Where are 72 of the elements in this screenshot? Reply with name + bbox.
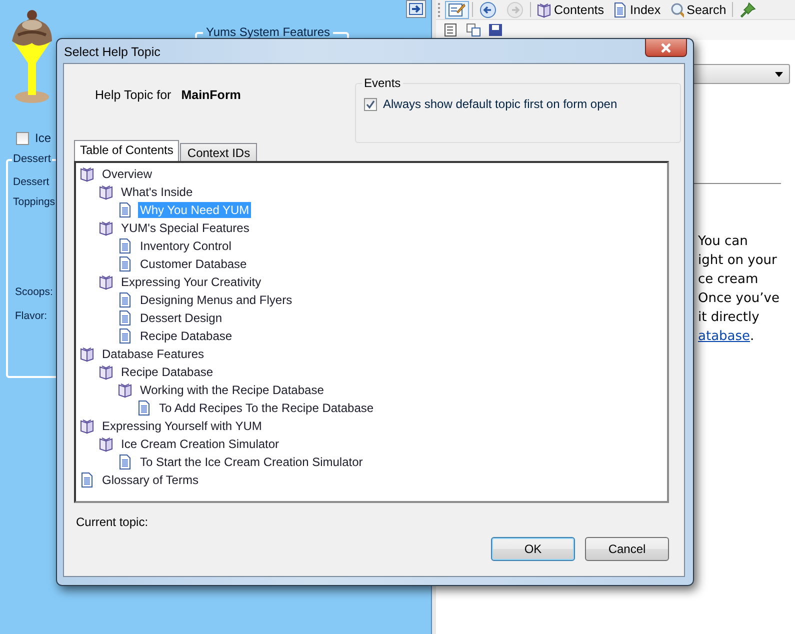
tree-item[interactable]: Designing Menus and Flyers [138,292,294,308]
tree-item[interactable]: To Start the Ice Cream Creation Simulator [138,454,365,470]
book-icon [99,274,113,290]
field-label: Flavor: [15,310,48,322]
close-button[interactable] [645,39,687,57]
tree-item[interactable]: To Add Recipes To the Recipe Database [157,400,376,416]
close-icon [660,42,672,52]
group-title: Events [362,76,403,90]
book-icon [99,184,113,200]
tree-item[interactable]: Ice Cream Creation Simulator [119,436,282,452]
page-icon [137,400,151,416]
help-text-line: . [750,329,754,344]
field-label: Scoops: [15,286,53,298]
page-icon [613,2,628,18]
tree-item[interactable]: Recipe Database [138,328,234,344]
save-icon[interactable] [488,23,504,37]
window-title: Select Help Topic [64,45,160,59]
page-icon [118,310,132,326]
toolbar-button[interactable]: Index [610,0,664,18]
cancel-button[interactable]: Cancel [585,537,669,561]
book-icon [99,364,113,380]
help-text-line: Once you’ve [698,290,780,308]
page-icon [118,454,132,470]
book-icon [118,382,132,398]
page-icon [118,256,132,272]
checkbox[interactable] [16,132,29,144]
help-topic-label: Help Topic for [95,88,172,102]
group-title: Yums System Features [203,25,334,39]
ok-button[interactable]: OK [491,537,575,561]
tree-item[interactable]: What's Inside [119,184,195,200]
tab[interactable]: Context IDs [180,143,258,161]
tree-item[interactable]: Database Features [100,346,206,362]
current-topic-label: Current topic: [76,515,150,529]
book-icon [80,346,94,362]
book-icon [80,166,94,182]
tree-item[interactable]: Expressing Yourself with YUM [100,418,264,434]
help-text-line: ce cream [698,271,760,289]
caret-icon [775,72,783,76]
field-label: Toppings [13,196,56,208]
field-label: Dessert [13,176,50,188]
book-icon [80,418,94,434]
checkbox[interactable] [364,98,377,110]
link[interactable]: atabase [698,329,750,344]
group-title: Dessert [12,153,52,165]
arrow-button[interactable] [406,0,426,18]
tree-item[interactable]: Customer Database [138,256,249,272]
checkbox-label: Always show default topic first on form open [383,97,618,111]
page-icon [118,238,132,254]
help-text-line: You can [698,233,749,251]
page-icon [118,292,132,308]
book-icon [99,436,113,452]
page-icon [118,202,132,218]
tree-item[interactable]: Expressing Your Creativity [119,274,264,290]
tree-item[interactable]: Dessert Design [138,310,224,326]
page-icon [80,472,94,488]
tree-item[interactable]: Overview [100,166,154,182]
toolbar-button[interactable]: Contents [534,0,608,18]
tree-item[interactable]: Glossary of Terms [100,472,200,488]
checkbox-label: Ice [35,131,52,145]
tree-item[interactable]: Inventory Control [138,238,234,254]
tab[interactable]: Table of Contents [74,140,180,161]
help-text-line: ight on your [698,252,778,270]
form-name: MainForm [181,88,241,102]
copy-icon[interactable] [466,23,482,37]
tree-item[interactable]: YUM's Special Features [119,220,252,236]
book-icon [99,220,113,236]
edit-icon[interactable] [445,0,469,18]
tree-item[interactable]: Working with the Recipe Database [138,382,326,398]
help-text-line: it directly [698,309,760,327]
tree-item[interactable]: Recipe Database [119,364,216,380]
toolbar-button[interactable]: Search [666,0,730,18]
page-icon [118,328,132,344]
